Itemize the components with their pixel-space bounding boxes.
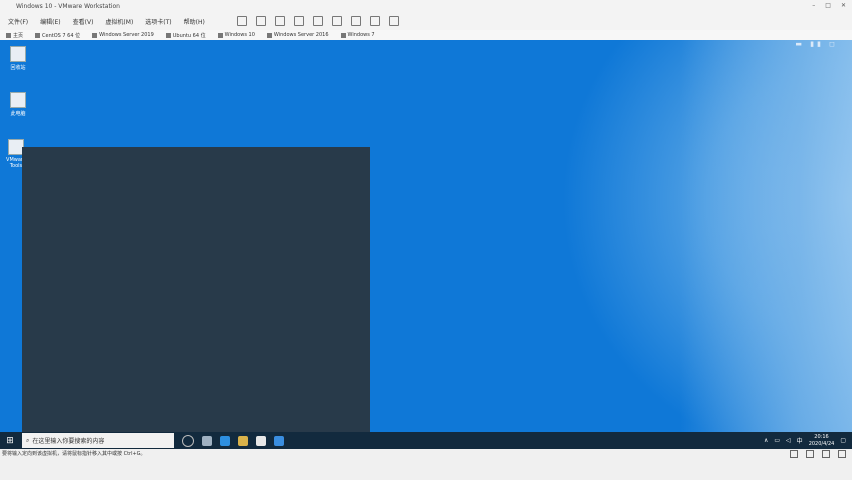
unity-icon[interactable] xyxy=(350,16,361,26)
store-icon[interactable] xyxy=(256,435,266,446)
file-explorer-icon[interactable] xyxy=(238,435,248,446)
console-icon[interactable] xyxy=(369,16,380,26)
desktop-icon-recycle-bin[interactable]: 回收站 xyxy=(3,46,33,71)
tab-windows7[interactable]: Windows 7 xyxy=(335,32,381,38)
tab-label: Windows 7 xyxy=(347,32,375,38)
start-button[interactable]: ⊞ xyxy=(0,432,20,449)
wallpaper-glow xyxy=(680,40,852,432)
toolbar xyxy=(236,16,399,26)
recycle-bin-icon xyxy=(10,46,26,62)
tab-label: Windows 10 xyxy=(224,32,255,38)
edge-icon[interactable] xyxy=(220,435,230,446)
menu-edit[interactable]: 编辑(E) xyxy=(36,17,64,26)
search-box[interactable]: ⌕ 在这里输入你要搜索的内容 xyxy=(22,433,174,448)
tab-label: CentOS 7 64 位 xyxy=(42,32,81,39)
menu-help[interactable]: 帮助(H) xyxy=(180,17,209,26)
desktop-icon-label: 此电脑 xyxy=(10,111,26,117)
clock-time: 20:16 xyxy=(814,433,829,440)
host-status-bar: 要将输入定向到该虚拟机，请将鼠标指针移入其中或按 Ctrl+G。 xyxy=(0,449,852,480)
menu-view[interactable]: 查看(V) xyxy=(69,17,98,26)
status-message: 要将输入定向到该虚拟机，请将鼠标指针移入其中或按 Ctrl+G。 xyxy=(2,451,146,457)
tab-label: Windows Server 2016 xyxy=(273,32,329,38)
vm-icon xyxy=(35,32,41,38)
desktop-icon-this-pc[interactable]: 此电脑 xyxy=(3,92,33,117)
desktop-icon-label: 回收站 xyxy=(10,65,26,71)
tray-overflow-icon[interactable]: ∧ xyxy=(764,437,768,444)
window-title: Windows 10 - VMware Workstation xyxy=(16,2,120,10)
tab-label: 主页 xyxy=(13,32,24,39)
search-placeholder: 在这里输入你要搜索的内容 xyxy=(32,438,105,445)
guest-desktop[interactable]: ▬ ▮▮ ◻ 回收站 此电脑 VMware Tools xyxy=(0,40,852,432)
device-icons xyxy=(790,450,846,458)
pause-icon[interactable] xyxy=(236,16,247,26)
network-icon[interactable]: ▭ xyxy=(774,437,780,444)
manage-snapshots-icon[interactable] xyxy=(312,16,323,26)
tab-centos[interactable]: CentOS 7 64 位 xyxy=(29,32,86,39)
vm-icon xyxy=(92,32,98,38)
vm-icon xyxy=(266,32,272,38)
menu-bar: 文件(F) 编辑(E) 查看(V) 虚拟机(M) 选项卡(T) 帮助(H) xyxy=(0,12,852,31)
tab-windows10[interactable]: Windows 10 xyxy=(212,32,261,38)
display-icon[interactable] xyxy=(838,450,846,458)
window-controls: – □ ✕ xyxy=(812,0,846,12)
cortana-icon[interactable] xyxy=(182,434,194,447)
minimize-button[interactable]: – xyxy=(812,0,815,12)
snapshot-icon[interactable] xyxy=(274,16,285,26)
window-titlebar: Windows 10 - VMware Workstation – □ ✕ xyxy=(0,0,852,12)
tab-winserver2019[interactable]: Windows Server 2019 xyxy=(86,32,160,38)
close-button[interactable]: ✕ xyxy=(841,0,846,12)
tab-ubuntu[interactable]: Ubuntu 64 位 xyxy=(160,32,212,39)
vm-fullscreen-markers: ▬ ▮▮ ◻ xyxy=(795,40,838,48)
menu-vm[interactable]: 虚拟机(M) xyxy=(101,17,137,26)
home-icon xyxy=(6,32,11,38)
volume-icon[interactable]: ◁ xyxy=(786,437,791,444)
stretch-icon[interactable] xyxy=(388,16,399,26)
taskbar: ⊞ ⌕ 在这里输入你要搜索的内容 ∧ ▭ ◁ 中 20:16 2020/4/24… xyxy=(0,432,852,449)
vm-icon xyxy=(165,32,171,38)
network-adapter-icon[interactable] xyxy=(790,450,798,458)
clock-date: 2020/4/24 xyxy=(808,440,835,447)
task-view-icon[interactable] xyxy=(202,435,212,446)
action-center-icon[interactable]: ▢ xyxy=(840,437,846,444)
tab-home[interactable]: 主页 xyxy=(0,32,29,39)
clock[interactable]: 20:16 2020/4/24 xyxy=(809,434,835,448)
system-tray: ∧ ▭ ◁ 中 20:16 2020/4/24 ▢ xyxy=(764,432,852,449)
menu-file[interactable]: 文件(F) xyxy=(4,17,32,26)
input-language[interactable]: 中 xyxy=(797,436,803,445)
mail-icon[interactable] xyxy=(274,435,284,446)
menu-tabs[interactable]: 选项卡(T) xyxy=(141,17,175,26)
fullscreen-icon[interactable] xyxy=(331,16,342,26)
vm-icon xyxy=(340,32,346,38)
search-icon: ⌕ xyxy=(26,436,30,444)
sound-icon[interactable] xyxy=(822,450,830,458)
tab-winserver2016[interactable]: Windows Server 2016 xyxy=(261,32,335,38)
this-pc-icon xyxy=(10,92,26,108)
send-keys-icon[interactable] xyxy=(255,16,266,26)
vm-icon xyxy=(217,32,223,38)
usb-icon[interactable] xyxy=(806,450,814,458)
tab-label: Ubuntu 64 位 xyxy=(172,32,206,39)
start-menu-panel[interactable] xyxy=(22,147,370,432)
revert-icon[interactable] xyxy=(293,16,304,26)
tab-label: Windows Server 2019 xyxy=(99,32,154,38)
maximize-button[interactable]: □ xyxy=(825,0,831,12)
